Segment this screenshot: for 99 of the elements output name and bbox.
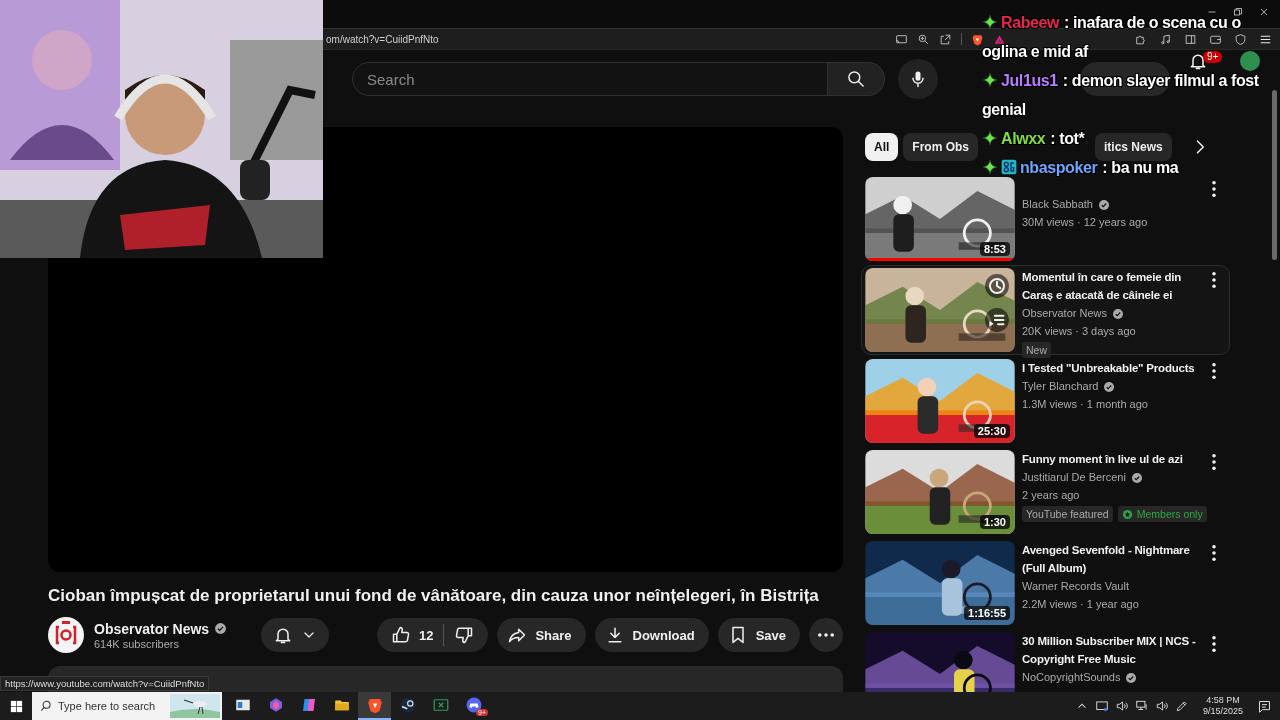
share-icon xyxy=(507,625,528,645)
chat-username: Rabeew xyxy=(1001,14,1060,31)
channel-name[interactable]: Observator News xyxy=(94,620,210,637)
zoom-icon[interactable] xyxy=(917,32,930,46)
avatar[interactable] xyxy=(1240,51,1260,71)
channel-name[interactable]: NoCopyrightSounds xyxy=(1022,669,1121,686)
monitor-icon[interactable] xyxy=(1094,699,1109,713)
save-button[interactable]: Save xyxy=(717,618,800,652)
download-button[interactable]: Download xyxy=(594,618,709,652)
speaker-icon[interactable] xyxy=(1114,699,1129,713)
windows-icon xyxy=(8,698,24,714)
shield-icon[interactable] xyxy=(1234,32,1247,46)
network-icon[interactable] xyxy=(1134,699,1149,713)
video-meta: 2.2M views · 1 year ago xyxy=(1022,597,1140,612)
pen-icon[interactable] xyxy=(1174,699,1189,713)
sparkle-icon xyxy=(982,14,998,30)
chat-username: Alwxx xyxy=(1001,130,1046,147)
search-icon xyxy=(39,699,53,713)
video-title[interactable]: Avenged Sevenfold - Nightmare (Full Album) xyxy=(1022,541,1201,577)
chat-username: Jul1us1 xyxy=(1001,72,1058,89)
video-title[interactable]: 30 Million Subscriber MIX | NCS - Copyright Free Music xyxy=(1022,632,1201,668)
more-icon xyxy=(1212,636,1216,652)
address-bar[interactable]: om/watch?v=CuiidPnfNto xyxy=(326,33,439,45)
chat-message: : inafara de o scena cu o xyxy=(1064,14,1241,31)
search-button[interactable] xyxy=(828,62,885,96)
more-icon xyxy=(1212,363,1216,379)
channel-name[interactable]: Tyler Blanchard xyxy=(1022,378,1099,395)
star-icon xyxy=(1121,508,1133,520)
filter-chip[interactable]: All xyxy=(865,133,899,161)
thumbs-down-icon xyxy=(454,625,475,645)
channel-name[interactable]: Black Sabbath xyxy=(1022,196,1093,213)
video-player[interactable] xyxy=(48,127,843,572)
video-badge: YouTube featured xyxy=(1022,506,1113,522)
restore-icon[interactable] xyxy=(1232,6,1244,18)
filter-chip[interactable]: itics News xyxy=(1095,133,1172,161)
video-title: Cioban împușcat de proprietarul unui fond de vânătoare, din cauza unor neînțelegeri, în Bistrița xyxy=(48,585,820,607)
spreadsheet-icon xyxy=(431,696,450,714)
like-button[interactable]: 12 xyxy=(376,618,444,652)
sparkle-icon xyxy=(982,130,998,146)
channel-name[interactable]: Warner Records Vault xyxy=(1022,578,1129,595)
chat-message: : tot* xyxy=(1050,130,1085,147)
notifications-button[interactable]: 9+ xyxy=(1188,51,1222,71)
members-only-badge: Members only xyxy=(1117,506,1207,522)
clock-icon[interactable] xyxy=(984,273,1010,299)
search-field[interactable]: Search xyxy=(352,62,828,96)
chat-username: nbaspoker xyxy=(1020,159,1098,176)
status-url: https://www.youtube.com/watch?v=CuiidPnfNto xyxy=(0,676,210,691)
sidebar-icon[interactable] xyxy=(1184,32,1197,46)
scrollbar-thumb[interactable] xyxy=(1272,90,1277,260)
triangle-icon[interactable] xyxy=(993,32,1006,46)
subscription-bell-button[interactable] xyxy=(261,618,330,652)
video-title[interactable]: I Tested "Unbreakable" Products xyxy=(1022,359,1201,377)
chat-message: genial xyxy=(982,101,1026,118)
like-dislike-control[interactable]: 12 xyxy=(376,618,489,652)
steam-icon xyxy=(398,696,417,714)
subscriber-count: 614K subscribers xyxy=(94,637,180,650)
cast-icon[interactable] xyxy=(895,32,908,46)
lion-icon xyxy=(365,696,384,714)
more-icon xyxy=(1212,272,1216,288)
chat-message: : ba nu ma xyxy=(1102,159,1179,176)
speaker-icon[interactable] xyxy=(1154,699,1169,713)
clock-time[interactable]: 4:58 PM xyxy=(1206,695,1240,706)
clock-date[interactable]: 9/15/2025 xyxy=(1202,706,1243,717)
search-icon xyxy=(846,69,866,89)
lion-icon[interactable] xyxy=(971,32,984,46)
video-badge: New xyxy=(1022,342,1051,358)
music-icon[interactable] xyxy=(1159,32,1172,46)
filter-chip[interactable]: From Obs xyxy=(903,133,978,161)
duration-label: 1:30 xyxy=(979,515,1010,529)
video-card[interactable]: Momentul în care o femeie din Caraș e atacată de câinele ei Observator News 20K views · 3 days ago New xyxy=(861,265,1230,355)
video-title[interactable]: Momentul în care o femeie din Caraș e atacată de câinele ei xyxy=(1022,268,1201,304)
video-meta: 20K views · 3 days ago xyxy=(1022,324,1137,339)
chat-message: : demon slayer filmul a fost xyxy=(1062,72,1259,89)
share-icon[interactable] xyxy=(939,32,952,46)
video-meta: 1.3M views · 1 month ago xyxy=(1022,397,1149,412)
video-meta: 30M views · 12 years ago xyxy=(1022,215,1149,230)
sparkle-icon xyxy=(982,159,998,175)
more-icon xyxy=(1212,454,1216,470)
video-title[interactable]: Funny moment în live ul de azi xyxy=(1022,450,1201,468)
channel-name[interactable]: Justitiarul De Berceni xyxy=(1022,469,1126,486)
channel-avatar[interactable] xyxy=(48,617,84,653)
duration-label: 1:16:55 xyxy=(964,606,1010,620)
queue-icon[interactable] xyxy=(984,307,1010,333)
channel-name[interactable]: Observator News xyxy=(1022,305,1107,322)
chat-message: oglina e mid af xyxy=(982,43,1089,60)
thumbs-up-icon xyxy=(390,625,411,645)
close-icon[interactable] xyxy=(1258,6,1270,18)
more-icon xyxy=(1212,545,1216,561)
more-icon xyxy=(818,633,834,637)
more-icon xyxy=(1212,181,1216,197)
duration-label: 8:53 xyxy=(979,242,1010,256)
duration-label: 25:30 xyxy=(973,424,1010,438)
share-button[interactable]: Share xyxy=(497,618,586,652)
sparkle-icon xyxy=(982,72,998,88)
microphone-button[interactable] xyxy=(898,59,938,99)
more-button[interactable] xyxy=(809,618,843,652)
video-meta: 2 years ago xyxy=(1022,488,1081,503)
notification-icon[interactable] xyxy=(1257,698,1272,714)
notification-badge: 9+ xyxy=(1203,51,1223,63)
